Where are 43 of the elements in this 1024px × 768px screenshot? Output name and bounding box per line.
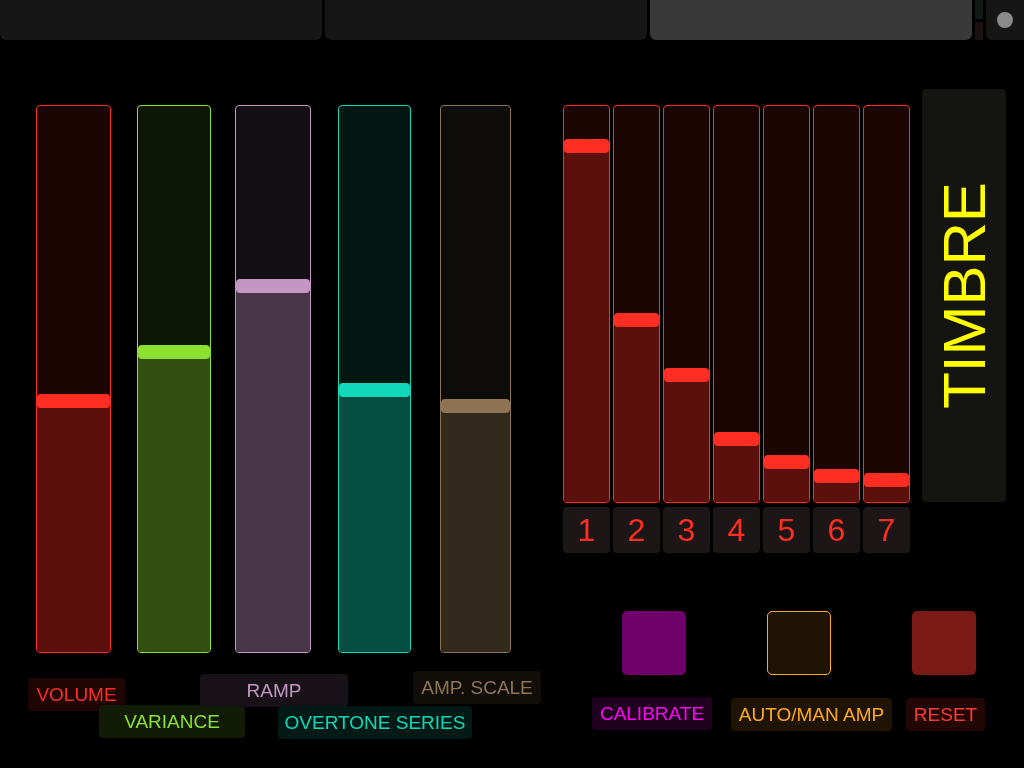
harmonic-number: 5 [763,507,810,553]
slider-track[interactable] [813,105,860,503]
slider-label: OVERTONE SERIES [278,706,472,739]
slider-track[interactable] [763,105,810,503]
slider-thumb[interactable] [814,469,859,484]
button-label: RESET [906,698,985,731]
menu-button[interactable] [986,0,1024,40]
slider-track[interactable] [713,105,760,503]
harmonic-number: 6 [813,507,860,553]
slider-thumb[interactable] [614,312,659,327]
status-indicator [975,0,983,40]
harmonic-number: 3 [663,507,710,553]
button-label: AUTO/MAN AMP [731,698,892,731]
harmonic-number: 2 [613,507,660,553]
slider-label: VOLUME [28,678,125,711]
slider-track[interactable] [36,105,111,653]
slider-thumb[interactable] [764,455,809,470]
slider-thumb[interactable] [714,431,759,446]
slider-label: RAMP [200,674,348,707]
slider-track[interactable] [440,105,511,653]
slider-thumb[interactable] [441,399,510,414]
button-label: CALIBRATE [592,697,712,730]
harmonic-number: 4 [713,507,760,553]
slider-track[interactable] [863,105,910,503]
slider-track[interactable] [235,105,311,653]
slider-thumb[interactable] [236,279,310,294]
slider-track[interactable] [663,105,710,503]
harmonic-number: 1 [563,507,610,553]
slider-thumb[interactable] [339,382,410,397]
slider-thumb[interactable] [864,473,909,488]
slider-thumb[interactable] [664,368,709,383]
slider-track[interactable] [338,105,411,653]
circle-icon [997,12,1013,28]
slider-label: VARIANCE [99,705,245,738]
slider-thumb[interactable] [564,138,609,153]
harmonic-number: 7 [863,507,910,553]
title-text: TIMBRE [929,182,999,409]
pad-button[interactable] [767,611,831,675]
slider-thumb[interactable] [37,393,110,408]
slider-track[interactable] [137,105,211,653]
slider-track[interactable] [613,105,660,503]
slider-label: AMP. SCALE [413,671,541,704]
slider-thumb[interactable] [138,344,210,359]
